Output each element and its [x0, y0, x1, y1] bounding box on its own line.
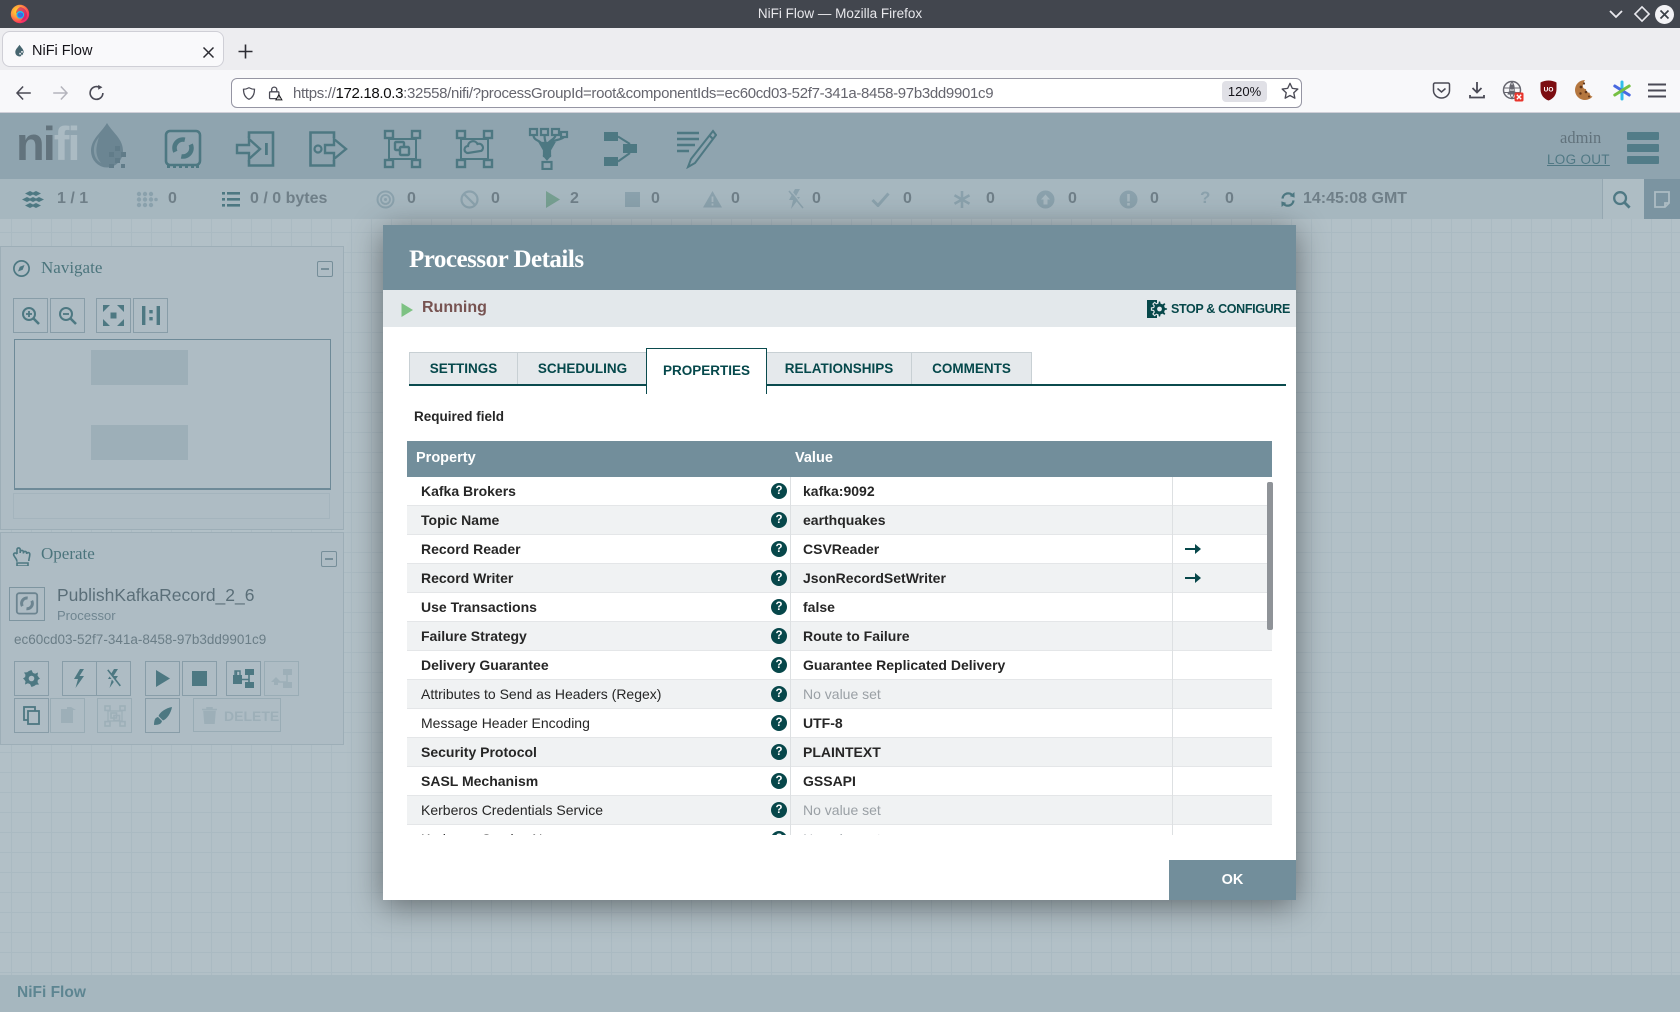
svg-text:UO: UO	[1544, 87, 1554, 94]
